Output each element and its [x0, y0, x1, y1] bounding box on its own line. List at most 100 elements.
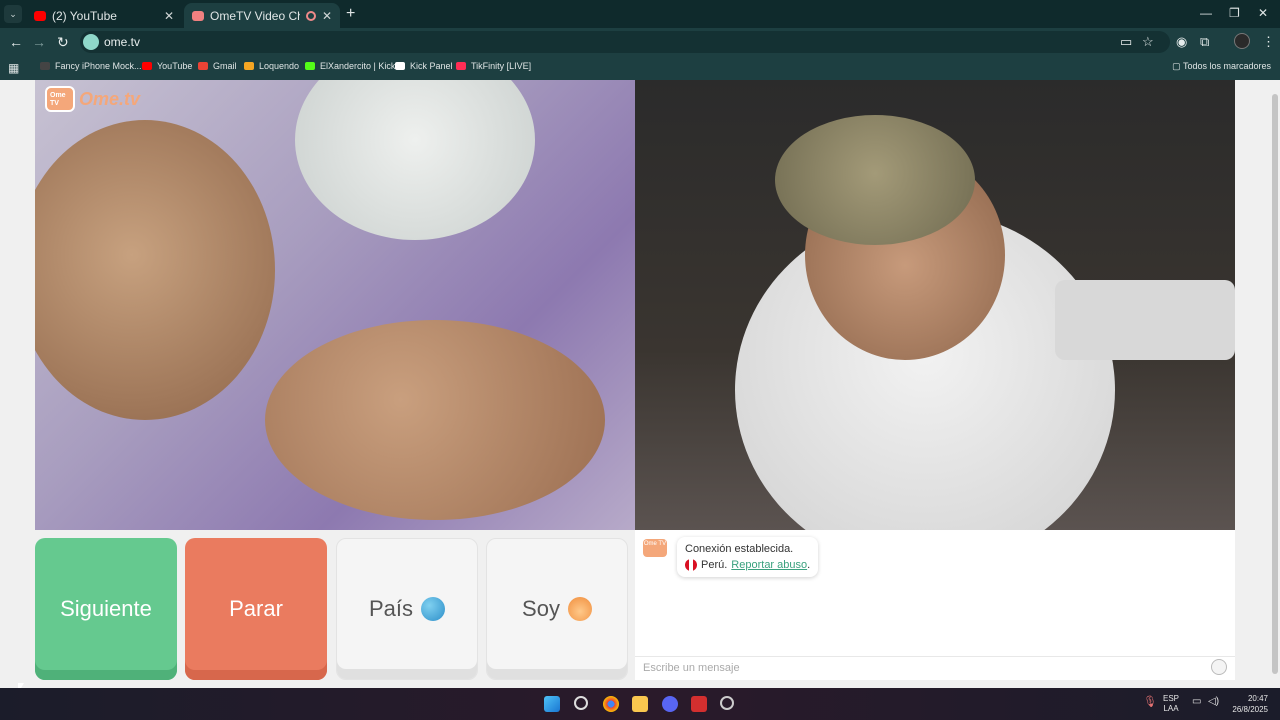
bookmark-fancy-iphone[interactable]: Fancy iPhone Mock... — [40, 61, 142, 71]
profile-avatar[interactable] — [1234, 33, 1250, 49]
bookmark-star-icon[interactable]: ☆ — [1142, 34, 1154, 50]
bookmark-label: TikFinity [LIVE] — [471, 61, 532, 71]
ometv-favicon-icon — [192, 10, 204, 21]
file-explorer-icon[interactable] — [632, 696, 648, 712]
tab-title: (2) YouTube — [52, 8, 117, 23]
bookmark-label: ElXandercito | Kick — [320, 61, 396, 71]
kick-icon — [305, 62, 315, 70]
lang-top: ESP — [1163, 694, 1180, 703]
extension-icon[interactable]: ◉ — [1176, 34, 1187, 50]
forward-arrow-icon[interactable]: → — [32, 34, 46, 50]
kick-panel-icon — [395, 62, 405, 70]
restore-icon[interactable]: ❐ — [1229, 6, 1240, 20]
chrome-icon[interactable] — [603, 696, 619, 712]
gmail-icon — [198, 62, 208, 70]
message-input[interactable]: Escribe un mensaje — [635, 656, 1235, 680]
bookmark-kick[interactable]: ElXandercito | Kick — [305, 61, 395, 71]
bookmarks-bar: ▦ Fancy iPhone Mock... YouTube Gmail Loq… — [0, 56, 1280, 80]
gender-button[interactable]: Soy — [486, 538, 628, 680]
back-arrow-icon[interactable]: ← — [9, 34, 23, 50]
browser-toolbar: ← → ↻ ome.tv ▭ ☆ ◉ ⧉ ⋮ — [0, 28, 1280, 56]
stranger-video: Ome TV Ome.tv — [35, 80, 635, 530]
boy-icon — [567, 597, 592, 621]
apps-grid-icon[interactable]: ▦ — [8, 61, 19, 75]
stop-button[interactable]: Parar — [185, 538, 327, 680]
partner-country: Perú. — [701, 559, 728, 571]
emoji-icon[interactable] — [1211, 659, 1227, 675]
menu-kebab-icon[interactable]: ⋮ — [1262, 34, 1275, 50]
report-abuse-link[interactable]: Reportar abuso — [731, 559, 807, 571]
stop-button-label: Parar — [229, 596, 283, 621]
bookmark-tikfinity[interactable]: TikFinity [LIVE] — [456, 61, 531, 71]
globe-icon — [421, 597, 446, 621]
tab-strip: ⌄ (2) YouTube ✕ OmeTV Video Chat — Ome ✕… — [0, 0, 1280, 28]
app-icon[interactable] — [720, 696, 734, 710]
window-close-icon[interactable]: ✕ — [1258, 6, 1268, 20]
windows-taskbar: 🎙 ESP LAA ▭ ◁) 20:47 26/8/2025 — [0, 688, 1280, 720]
bookmark-icon — [40, 62, 50, 70]
bookmark-gmail[interactable]: Gmail — [198, 61, 237, 71]
search-icon[interactable] — [574, 696, 588, 710]
discord-icon[interactable] — [662, 696, 678, 712]
tab-close-icon[interactable]: ✕ — [322, 9, 332, 23]
peru-flag-icon — [685, 559, 697, 571]
sneakers-shelf — [1055, 280, 1235, 360]
self-video — [635, 80, 1235, 530]
minimize-icon[interactable]: — — [1200, 6, 1212, 20]
bookmark-loquendo[interactable]: Loquendo — [244, 61, 299, 71]
brand-name: Ome.tv — [79, 88, 141, 109]
url-text: ome.tv — [104, 35, 141, 49]
clock[interactable]: 20:47 26/8/2025 — [1228, 693, 1268, 715]
cast-icon[interactable]: ▭ — [1120, 34, 1132, 50]
tab-youtube[interactable]: (2) YouTube ✕ — [26, 3, 182, 28]
bookmark-youtube[interactable]: YouTube — [142, 61, 192, 71]
next-button-label: Siguiente — [60, 596, 152, 621]
cap — [775, 115, 975, 245]
reload-icon[interactable]: ↻ — [57, 34, 69, 50]
microphone-icon[interactable]: 🎙 — [1143, 697, 1157, 708]
system-message: Conexión establecida. Perú. Reportar abu… — [677, 537, 819, 577]
country-button-label: País — [368, 596, 414, 621]
all-bookmarks-label: Todos los marcadores — [1182, 61, 1271, 71]
tv-logo-text: Ome TV — [50, 92, 66, 107]
all-bookmarks-folder[interactable]: ▢ Todos los marcadores — [1172, 61, 1271, 72]
address-bar[interactable]: ome.tv — [80, 31, 1170, 53]
site-info-icon[interactable] — [83, 34, 99, 50]
ometv-page: Ome TV Ome.tv Siguiente Parar País Soy O… — [0, 80, 1280, 688]
lang-bottom: LAA — [1163, 704, 1179, 713]
bookmark-label: Loquendo — [259, 61, 300, 71]
bookmark-label: Fancy iPhone Mock... — [55, 61, 142, 71]
bookmark-label: Kick Panel — [410, 61, 453, 71]
gender-button-label: Soy — [522, 596, 560, 621]
tab-close-icon[interactable]: ✕ — [164, 9, 174, 23]
country-button[interactable]: País — [336, 538, 478, 680]
blanket — [295, 80, 535, 240]
network-icon[interactable]: ▭ — [1192, 697, 1201, 707]
chat-panel: Ome TV Conexión establecida. Perú. Repor… — [635, 530, 1235, 680]
puzzle-extensions-icon[interactable]: ⧉ — [1200, 34, 1209, 50]
bookmark-label: Gmail — [213, 61, 237, 71]
clock-time: 20:47 — [1247, 694, 1268, 703]
chat-logo-text: Ome TV — [643, 541, 667, 547]
page-scrollbar[interactable] — [1270, 80, 1280, 688]
start-icon[interactable] — [544, 696, 560, 712]
youtube-icon — [142, 62, 152, 70]
tab-search-chevron-icon[interactable]: ⌄ — [4, 5, 22, 23]
ometv-logo[interactable]: Ome TV Ome.tv — [45, 86, 140, 112]
next-button[interactable]: Siguiente — [35, 538, 177, 680]
bookmark-label: YouTube — [157, 61, 193, 71]
stranger-face — [35, 120, 275, 420]
tab-title: OmeTV Video Chat — Ome — [210, 8, 300, 23]
bookmark-kick-panel[interactable]: Kick Panel — [395, 61, 453, 71]
new-tab-plus-icon[interactable]: + — [346, 5, 355, 23]
stranger-body — [265, 320, 605, 520]
volume-icon[interactable]: ◁) — [1208, 697, 1219, 707]
tab-ometv[interactable]: OmeTV Video Chat — Ome ✕ — [184, 3, 340, 28]
scrollbar-thumb[interactable] — [1272, 94, 1278, 674]
tikfinity-icon — [456, 62, 466, 70]
recording-indicator-icon — [305, 10, 316, 21]
amd-icon[interactable] — [691, 696, 707, 712]
chat-tv-logo-icon: Ome TV — [643, 539, 667, 557]
folder-icon: ▢ — [1172, 61, 1183, 71]
language-indicator[interactable]: ESP LAA — [1163, 694, 1179, 714]
